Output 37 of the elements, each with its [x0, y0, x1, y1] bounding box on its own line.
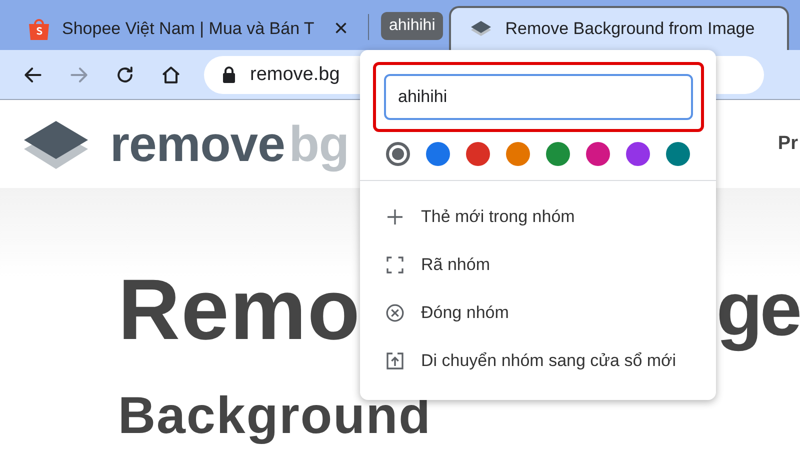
- menu-item[interactable]: Di chuyển nhóm sang cửa sổ mới: [360, 337, 716, 385]
- page-heading: Remo: [118, 262, 361, 358]
- close-tab-button[interactable]: ×: [334, 17, 348, 41]
- page-heading: ge: [716, 266, 799, 354]
- group-name-field[interactable]: ahihihi: [384, 74, 693, 120]
- tab-title: Shopee Việt Nam | Mua và Bán T: [62, 19, 316, 39]
- color-swatch[interactable]: [546, 142, 570, 166]
- color-swatch[interactable]: [426, 142, 450, 166]
- menu-item[interactable]: Rã nhóm: [360, 241, 716, 289]
- color-swatch[interactable]: [506, 142, 530, 166]
- move-window-icon: [385, 351, 405, 371]
- layers-icon: [469, 20, 494, 38]
- plus-icon: [385, 207, 405, 227]
- address-text: remove.bg: [250, 64, 340, 86]
- shopping-bag-icon: [28, 17, 50, 41]
- menu-item-label: Đóng nhóm: [421, 303, 509, 323]
- page-heading: Background: [118, 388, 432, 444]
- color-swatch[interactable]: [386, 142, 410, 166]
- nav-link[interactable]: Pr: [778, 133, 798, 155]
- tab-group-chip[interactable]: ahihihi: [381, 12, 444, 40]
- color-swatch[interactable]: [666, 142, 690, 166]
- menu-item-label: Rã nhóm: [421, 255, 490, 275]
- color-swatch[interactable]: [466, 142, 490, 166]
- logo-text: removebg: [110, 115, 349, 173]
- menu-item[interactable]: Thẻ mới trong nhóm: [360, 193, 716, 241]
- menu-item-label: Di chuyển nhóm sang cửa sổ mới: [421, 351, 676, 371]
- layers-logo-icon: [24, 119, 88, 169]
- color-swatch[interactable]: [586, 142, 610, 166]
- browser-tab[interactable]: Shopee Việt Nam | Mua và Bán T ×: [8, 6, 364, 50]
- browser-tab[interactable]: Remove Background from Image: [449, 6, 790, 50]
- tab-title: Remove Background from Image: [505, 19, 756, 39]
- menu-item[interactable]: Đóng nhóm: [360, 289, 716, 337]
- close-circle-icon: [385, 303, 405, 323]
- home-icon: [160, 64, 182, 86]
- color-swatch[interactable]: [626, 142, 650, 166]
- menu-item-label: Thẻ mới trong nhóm: [421, 207, 575, 227]
- lock-icon: [222, 66, 236, 83]
